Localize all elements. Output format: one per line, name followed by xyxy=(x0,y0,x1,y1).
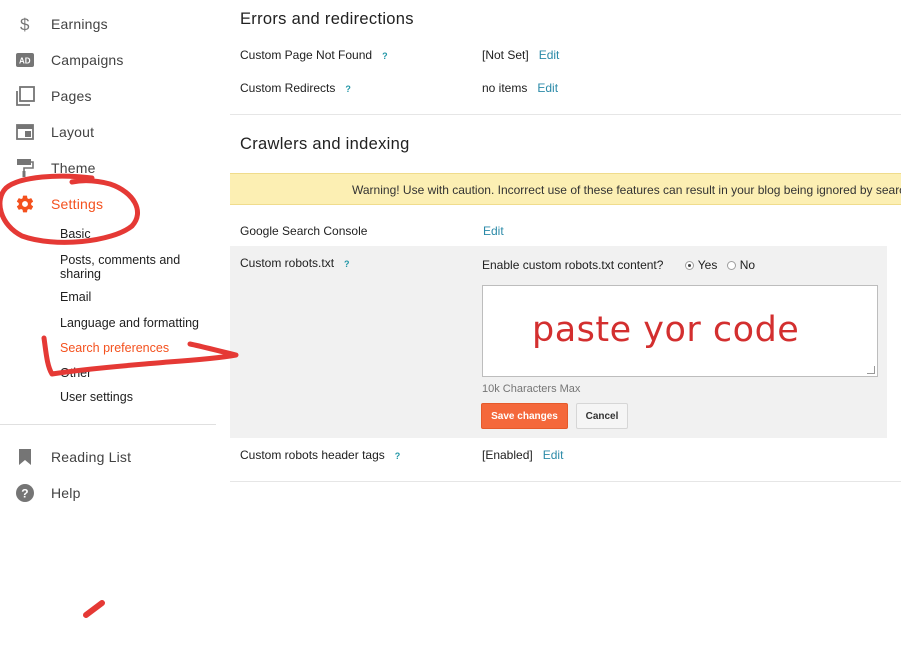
warning-text: Warning! Use with caution. Incorrect use… xyxy=(352,183,901,197)
radio-no-label: No xyxy=(739,258,756,272)
sub-item-posts-comments[interactable]: Posts, comments and xyxy=(60,253,180,267)
sub-item-posts-comments-cont[interactable]: sharing xyxy=(60,267,101,281)
row-label-not-found: Custom Page Not Found? xyxy=(240,48,388,62)
nav-label: Help xyxy=(51,485,81,501)
row-label-header-tags: Custom robots header tags? xyxy=(240,448,400,462)
help-icon: ? xyxy=(15,483,35,503)
char-limit-hint: 10k Characters Max xyxy=(482,383,581,395)
warning-banner: Warning! Use with caution. Incorrect use… xyxy=(230,173,901,205)
sidebar: $ Earnings AD Campaigns Pages Layout The… xyxy=(0,0,216,650)
paint-roller-icon xyxy=(15,158,35,178)
nav-pages[interactable]: Pages xyxy=(0,78,216,114)
sub-item-user-settings[interactable]: User settings xyxy=(60,390,133,404)
nav-label: Pages xyxy=(51,88,92,104)
row-label-text: Custom robots header tags xyxy=(240,448,385,462)
radio-yes-label: Yes xyxy=(697,258,718,272)
dollar-icon: $ xyxy=(15,14,35,34)
row-label-text: Custom Redirects xyxy=(240,81,336,95)
enable-robots-label: Enable custom robots.txt content? xyxy=(482,258,664,272)
edit-redirects-link[interactable]: Edit xyxy=(537,81,558,95)
section-divider xyxy=(230,481,901,482)
enable-robots-row: Enable custom robots.txt content? Yes No xyxy=(482,258,755,272)
nav-label: Settings xyxy=(51,196,104,212)
row-label-redirects: Custom Redirects? xyxy=(240,81,351,95)
nav-label: Theme xyxy=(51,160,96,176)
help-icon[interactable]: ? xyxy=(382,51,388,61)
nav-theme[interactable]: Theme xyxy=(0,150,216,186)
gear-icon xyxy=(15,194,35,214)
section-title-errors: Errors and redirections xyxy=(240,10,414,28)
sub-item-other[interactable]: Other xyxy=(60,366,91,380)
svg-text:AD: AD xyxy=(19,57,31,66)
sub-item-language[interactable]: Language and formatting xyxy=(60,316,199,330)
row-value-search-console: Edit xyxy=(473,224,504,238)
row-label-text: Custom Page Not Found xyxy=(240,48,373,62)
radio-yes[interactable] xyxy=(684,261,694,270)
nav-reading-list[interactable]: Reading List xyxy=(0,439,216,475)
row-value-not-found: [Not Set] Edit xyxy=(482,48,559,62)
edit-header-tags-link[interactable]: Edit xyxy=(543,448,564,462)
resize-handle[interactable] xyxy=(867,366,875,374)
nav-layout[interactable]: Layout xyxy=(0,114,216,150)
section-title-crawlers: Crawlers and indexing xyxy=(240,135,410,153)
annotation-paste-code: paste yor code xyxy=(532,310,800,350)
radio-no-group[interactable]: No xyxy=(721,258,755,272)
nav-label: Campaigns xyxy=(51,52,124,68)
radio-no[interactable] xyxy=(726,261,736,270)
row-label-robots-txt: Custom robots.txt? xyxy=(240,256,350,270)
save-changes-button[interactable]: Save changes xyxy=(481,403,568,429)
nav-label: Earnings xyxy=(51,16,108,32)
svg-text:$: $ xyxy=(20,15,30,34)
svg-text:?: ? xyxy=(21,487,28,501)
nav-settings[interactable]: Settings xyxy=(0,186,216,222)
sidebar-divider xyxy=(0,424,216,425)
nav-help[interactable]: ? Help xyxy=(0,475,216,511)
value-text: [Enabled] xyxy=(482,448,533,462)
row-value-header-tags: [Enabled] Edit xyxy=(482,448,563,462)
row-label-text: Custom robots.txt xyxy=(240,256,335,270)
nav-label: Reading List xyxy=(51,449,132,465)
radio-yes-group[interactable]: Yes xyxy=(679,258,718,272)
edit-not-found-link[interactable]: Edit xyxy=(539,48,560,62)
sub-item-basic[interactable]: Basic xyxy=(60,227,91,241)
nav-campaigns[interactable]: AD Campaigns xyxy=(0,42,216,78)
help-icon[interactable]: ? xyxy=(395,451,401,461)
sub-item-search-preferences[interactable]: Search preferences xyxy=(60,341,169,355)
value-text: no items xyxy=(482,81,528,95)
nav-label: Layout xyxy=(51,124,95,140)
ad-icon: AD xyxy=(15,50,35,70)
section-divider xyxy=(230,114,901,115)
edit-search-console-link[interactable]: Edit xyxy=(483,224,504,238)
layout-icon xyxy=(15,122,35,142)
value-text: [Not Set] xyxy=(482,48,529,62)
cancel-button[interactable]: Cancel xyxy=(576,403,628,429)
nav-earnings[interactable]: $ Earnings xyxy=(0,6,216,42)
help-icon[interactable]: ? xyxy=(344,259,350,269)
sub-item-email[interactable]: Email xyxy=(60,290,91,304)
bookmark-icon xyxy=(15,447,35,467)
pages-icon xyxy=(15,86,35,106)
help-icon[interactable]: ? xyxy=(345,84,351,94)
row-label-search-console: Google Search Console xyxy=(240,224,368,238)
row-value-redirects: no items Edit xyxy=(482,81,558,95)
